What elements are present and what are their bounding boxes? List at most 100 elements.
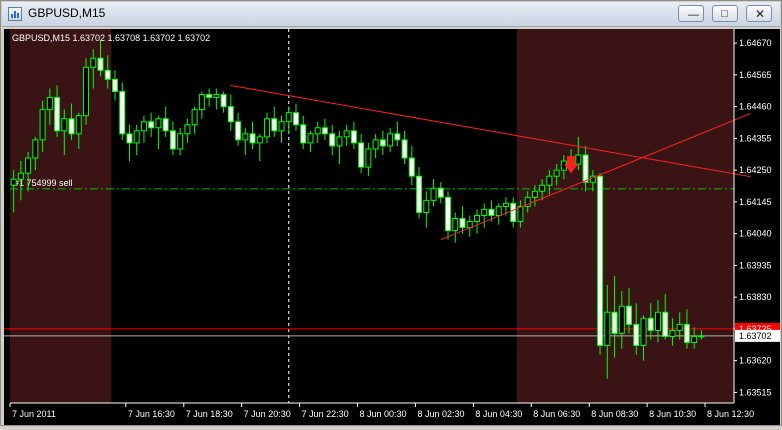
candle-body (676, 323, 683, 331)
candle-body (691, 335, 698, 344)
time-tick-label: 8 Jun 04:30 (475, 409, 522, 419)
candle-body (32, 139, 39, 159)
candle-body (213, 94, 220, 99)
candle-body (235, 121, 242, 141)
candle-body (546, 175, 553, 186)
candle-body (416, 175, 423, 213)
chart-app-icon (8, 7, 22, 21)
time-tick-label: 8 Jun 10:30 (649, 409, 696, 419)
time-tick-label: 7 Jun 18:30 (186, 409, 233, 419)
chart-canvas[interactable]: #1 754999 sell1.646701.645651.644601.643… (4, 29, 780, 425)
price-tick-label: 1.64355 (739, 133, 772, 143)
candle-body (256, 136, 263, 144)
candle-body (169, 130, 176, 150)
candle-body (10, 178, 17, 186)
close-button[interactable]: ✕ (746, 5, 772, 22)
candle-body (379, 139, 386, 147)
candle-body (365, 148, 372, 168)
candle-body (227, 106, 234, 123)
candle-body (452, 218, 459, 232)
candle-body (517, 205, 524, 223)
candle-body (495, 205, 502, 216)
candle-body (473, 214, 480, 223)
candle-body (358, 142, 365, 168)
candle-body (111, 78, 118, 92)
price-tick-label: 1.63515 (739, 387, 772, 397)
candle-body (140, 121, 147, 132)
maximize-icon: □ (721, 8, 728, 20)
candle-body (285, 112, 292, 123)
candle-body (177, 133, 184, 150)
price-tick-label: 1.64145 (739, 197, 772, 207)
candle-body (683, 323, 690, 344)
candle-body (481, 208, 488, 216)
candle-body (597, 175, 604, 347)
candle-body (54, 97, 61, 132)
candle-body (647, 317, 654, 331)
candle-body (162, 118, 169, 132)
price-chart[interactable]: #1 754999 sell 1.64670 1.64565 1.64460 1.643… (4, 29, 780, 425)
candle-body (133, 130, 140, 144)
time-tick-label: 7 Jun 2011 (12, 409, 56, 419)
candle-body (278, 121, 285, 132)
price-tick-label: 1.63620 (739, 356, 772, 366)
candle-body (220, 94, 227, 108)
candle-body (553, 169, 560, 177)
candle-body (148, 121, 155, 129)
candle-body (408, 157, 415, 177)
candle-body (104, 69, 111, 80)
candle-body (307, 133, 314, 144)
candle-body (321, 127, 328, 135)
candle-body (336, 136, 343, 147)
title-bar[interactable]: GBPUSD,M15 — □ ✕ (2, 2, 780, 27)
candle-body (75, 115, 82, 135)
candle-body (329, 133, 336, 147)
time-tick-label: 8 Jun 02:30 (417, 409, 464, 419)
candle-body (387, 133, 394, 147)
time-tick-label: 7 Jun 16:30 (128, 409, 175, 419)
candle-body (401, 139, 408, 159)
candle-body (17, 172, 24, 180)
candle-body (372, 139, 379, 150)
candle-body (242, 133, 249, 141)
candle-body (459, 218, 466, 229)
candle-body (423, 199, 430, 213)
candle-body (90, 57, 97, 68)
candle-body (582, 154, 589, 183)
candle-body (604, 311, 611, 347)
symbol-info: GBPUSD,M15 1.63702 1.63708 1.63702 1.637… (12, 33, 210, 43)
candle-body (300, 124, 307, 144)
candle-body (206, 94, 213, 99)
price-tick-label: 1.64250 (739, 165, 772, 175)
candle-body (437, 187, 444, 198)
candle-body (155, 118, 162, 129)
candle-body (531, 190, 538, 198)
candle-body (198, 94, 205, 111)
price-tick-label: 1.63935 (739, 260, 772, 270)
candle-body (343, 130, 350, 138)
candle-body (669, 329, 676, 337)
time-tick-label: 8 Jun 12:30 (707, 409, 754, 419)
candle-body (314, 127, 321, 135)
candle-body (640, 317, 647, 347)
candle-body (618, 305, 625, 334)
maximize-button[interactable]: □ (712, 5, 738, 22)
close-icon: ✕ (755, 7, 766, 21)
candle-body (249, 133, 256, 144)
candle-body (502, 202, 509, 207)
candle-body (611, 311, 618, 334)
candle-body (539, 184, 546, 192)
candle-body (39, 109, 46, 141)
candle-body (350, 130, 357, 144)
minimize-button[interactable]: — (678, 5, 704, 22)
time-tick-label: 8 Jun 06:30 (533, 409, 580, 419)
candle-body (662, 311, 669, 337)
minimize-icon: — (688, 9, 699, 21)
price-tick-label: 1.63830 (739, 292, 772, 302)
candle-body (626, 305, 633, 325)
price-tick-label: 1.64670 (739, 38, 772, 48)
candle-body (25, 157, 32, 174)
candle-body (184, 124, 191, 135)
candle-body (68, 118, 75, 135)
time-tick-label: 8 Jun 08:30 (591, 409, 638, 419)
